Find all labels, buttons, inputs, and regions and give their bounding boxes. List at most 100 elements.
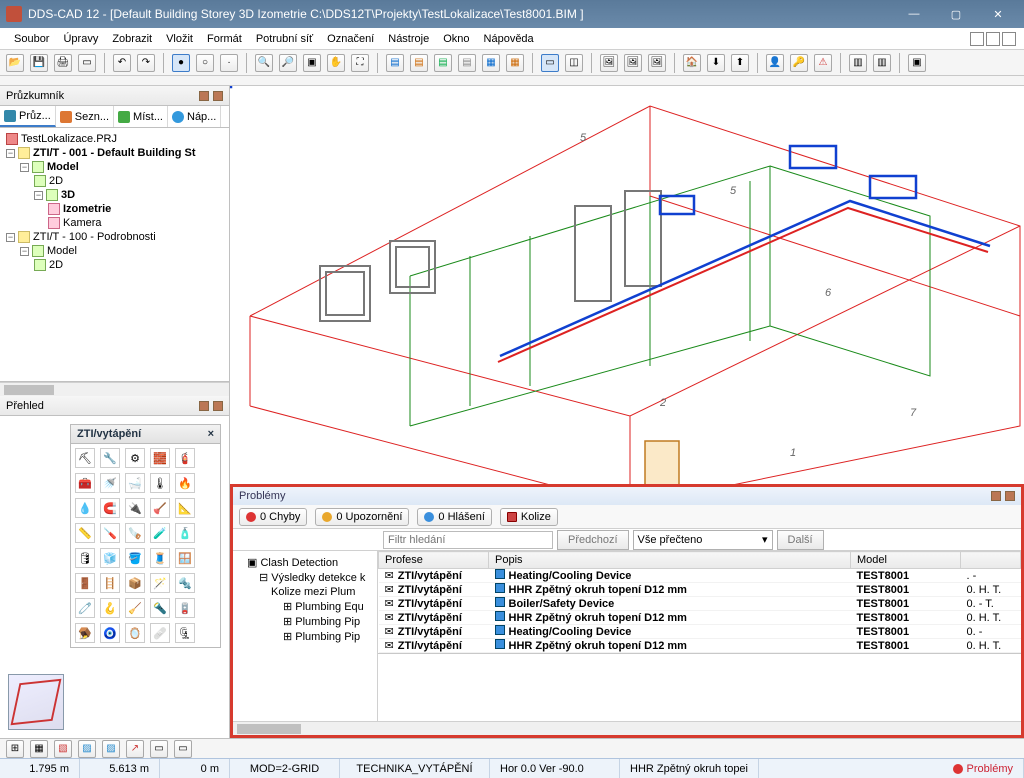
table-row[interactable]: ZTI/vytápěníHHR Zpětný okruh topení D12 … [379, 639, 1021, 653]
problems-hscroll[interactable] [233, 721, 1021, 735]
palette-tool-6[interactable]: 🚿 [100, 473, 120, 493]
palette-tool-3[interactable]: 🧱 [150, 448, 170, 468]
palette-tool-15[interactable]: 📏 [75, 523, 95, 543]
tree-collapse-icon[interactable]: − [6, 233, 15, 242]
palette-tool-25[interactable]: 🚪 [75, 573, 95, 593]
palette-title[interactable]: ZTI/vytápění× [70, 424, 221, 444]
tree-collapse-icon[interactable]: − [34, 191, 43, 200]
palette-tool-23[interactable]: 🧵 [150, 548, 170, 568]
tool-layer3-icon[interactable]: ▤ [434, 54, 452, 72]
panel-close-icon[interactable] [213, 91, 223, 101]
palette-tool-31[interactable]: 🪝 [100, 598, 120, 618]
panel-close-icon[interactable] [213, 401, 223, 411]
tree-collapse-icon[interactable]: − [6, 149, 15, 158]
tool-mode2-icon[interactable]: ◫ [565, 54, 583, 72]
palette-tool-26[interactable]: 🪜 [100, 573, 120, 593]
palette-tool-34[interactable]: 🪫 [175, 598, 195, 618]
next-button[interactable]: Další [777, 530, 824, 550]
tool-pan-icon[interactable]: ✋ [327, 54, 345, 72]
tool-img3-icon[interactable]: 🖼 [648, 54, 666, 72]
3d-viewport[interactable]: 5 5 6 7 2 1 [230, 86, 1024, 484]
palette-tool-32[interactable]: 🧹 [125, 598, 145, 618]
panel-pin-icon[interactable] [199, 91, 209, 101]
panel-close-icon[interactable] [1005, 491, 1015, 501]
explorer-tab-browser[interactable]: Průz... [0, 106, 56, 127]
palette-tool-30[interactable]: 🧷 [75, 598, 95, 618]
tool-undo-icon[interactable]: ↶ [113, 54, 131, 72]
palette-tool-24[interactable]: 🪟 [175, 548, 195, 568]
filter-input[interactable] [383, 531, 553, 549]
bt-view2-icon[interactable]: ▨ [78, 740, 96, 758]
tool-person-icon[interactable]: 👤 [766, 54, 784, 72]
tool-warn-icon[interactable]: ⚠ [814, 54, 832, 72]
table-row[interactable]: ZTI/vytápěníHeating/Cooling DeviceTEST80… [379, 569, 1021, 583]
tree-collapse-icon[interactable]: − [20, 163, 29, 172]
palette-tool-18[interactable]: 🧪 [150, 523, 170, 543]
tool-floor-down-icon[interactable]: ⬇ [707, 54, 725, 72]
menu-edit[interactable]: Úpravy [57, 31, 104, 47]
palette-tool-39[interactable]: 🗜 [175, 623, 195, 643]
tool-print-icon[interactable]: 🖨 [54, 54, 72, 72]
read-combo[interactable]: Vše přečteno▾ [633, 530, 773, 550]
table-row[interactable]: ZTI/vytápěníHHR Zpětný okruh topení D12 … [379, 583, 1021, 597]
palette-tool-14[interactable]: 📐 [175, 498, 195, 518]
panel-pin-icon[interactable] [991, 491, 1001, 501]
palette-tool-8[interactable]: 🌡 [150, 473, 170, 493]
iso-thumbnail[interactable] [8, 674, 64, 730]
explorer-tab-rooms[interactable]: Míst... [114, 106, 168, 127]
palette-tool-22[interactable]: 🪣 [125, 548, 145, 568]
palette-tool-12[interactable]: 🔌 [125, 498, 145, 518]
tool-open-icon[interactable]: 📂 [6, 54, 24, 72]
tool-fit-icon[interactable]: ⛶ [351, 54, 369, 72]
tool-page-icon[interactable]: ▭ [78, 54, 96, 72]
close-button[interactable]: ✕ [978, 2, 1018, 26]
palette-tool-38[interactable]: 🩹 [150, 623, 170, 643]
menu-file[interactable]: Soubor [8, 31, 55, 47]
menu-insert[interactable]: Vložit [160, 31, 199, 47]
tool-zoom-in-icon[interactable]: 🔍 [255, 54, 273, 72]
bt-extra1-icon[interactable]: ▭ [150, 740, 168, 758]
menu-mark[interactable]: Označení [321, 31, 380, 47]
tool-last-icon[interactable]: ▣ [908, 54, 926, 72]
palette-tool-5[interactable]: 🧰 [75, 473, 95, 493]
filter-warnings[interactable]: 0 Upozornění [315, 508, 409, 526]
bt-grid-icon[interactable]: ⊞ [6, 740, 24, 758]
table-row[interactable]: ZTI/vytápěníHHR Zpětný okruh topení D12 … [379, 611, 1021, 625]
close-icon[interactable]: × [208, 428, 214, 440]
menu-tools[interactable]: Nástroje [382, 31, 435, 47]
palette-tool-0[interactable]: ⛏ [75, 448, 95, 468]
tool-panel1-icon[interactable]: ▥ [849, 54, 867, 72]
palette-tool-29[interactable]: 🔩 [175, 573, 195, 593]
palette-tool-7[interactable]: 🛁 [125, 473, 145, 493]
palette-tool-28[interactable]: 🪄 [150, 573, 170, 593]
palette-tool-33[interactable]: 🔦 [150, 598, 170, 618]
explorer-tab-list[interactable]: Sezn... [56, 106, 114, 127]
palette-tool-13[interactable]: 🪠 [150, 498, 170, 518]
palette-tool-2[interactable]: ⚙ [125, 448, 145, 468]
bt-axis-icon[interactable]: ↗ [126, 740, 144, 758]
palette-tool-4[interactable]: 🧯 [175, 448, 195, 468]
tool-layer5-icon[interactable]: ▦ [482, 54, 500, 72]
filter-collisions[interactable]: Kolize [500, 508, 558, 526]
tool-layer2-icon[interactable]: ▤ [410, 54, 428, 72]
palette-tool-16[interactable]: 🪛 [100, 523, 120, 543]
project-tree[interactable]: TestLokalizace.PRJ −ZTI/T - 001 - Defaul… [0, 128, 229, 382]
palette-tool-17[interactable]: 🪚 [125, 523, 145, 543]
palette-tool-10[interactable]: 💧 [75, 498, 95, 518]
bt-view3-icon[interactable]: ▨ [102, 740, 120, 758]
filter-info[interactable]: 0 Hlášení [417, 508, 491, 526]
tool-select-point-icon[interactable]: · [220, 54, 238, 72]
tool-redo-icon[interactable]: ↷ [137, 54, 155, 72]
palette-tool-35[interactable]: 🪤 [75, 623, 95, 643]
bt-extra2-icon[interactable]: ▭ [174, 740, 192, 758]
minimize-button[interactable]: — [894, 2, 934, 26]
tool-layer1-icon[interactable]: ▤ [386, 54, 404, 72]
tool-layer6-icon[interactable]: ▦ [506, 54, 524, 72]
doc-restore-button[interactable] [986, 32, 1000, 46]
bt-grid2-icon[interactable]: ▦ [30, 740, 48, 758]
status-problems[interactable]: Problémy [943, 759, 1024, 778]
tool-img2-icon[interactable]: 🖼 [624, 54, 642, 72]
prev-button[interactable]: Předchozí [557, 530, 629, 550]
tool-select-circle-icon[interactable]: ○ [196, 54, 214, 72]
menu-format[interactable]: Formát [201, 31, 248, 47]
